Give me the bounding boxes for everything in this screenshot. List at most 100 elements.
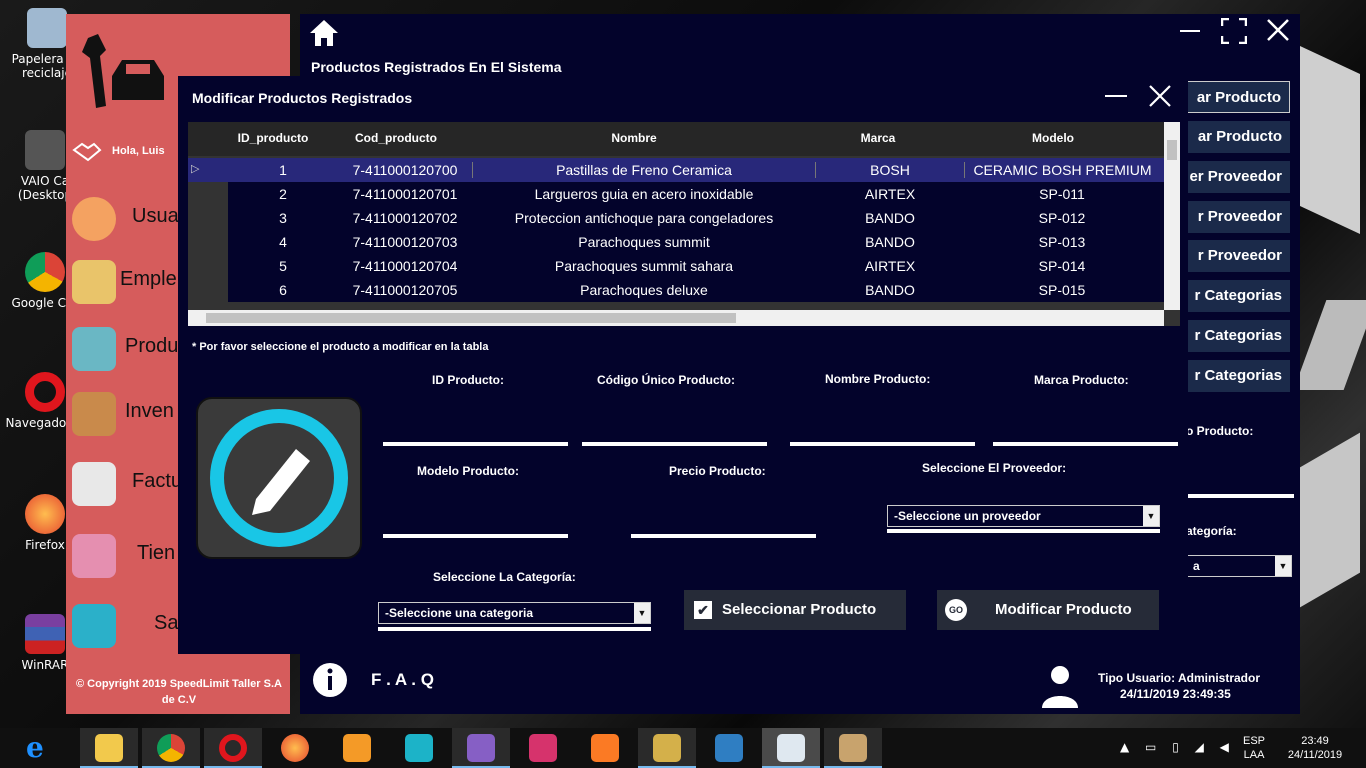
taskbar-virtualbox[interactable] <box>700 728 758 768</box>
proveedor-select[interactable]: -Seleccione un proveedor ▼ <box>887 505 1160 527</box>
table-row[interactable]: 3 7-411000120702 Proteccion antichoque par… <box>228 206 1164 230</box>
taskbar-firefox[interactable] <box>266 728 324 768</box>
nombre-field[interactable] <box>790 442 975 446</box>
table-row[interactable]: 4 7-411000120703 Parachoques summit BANDO SP… <box>228 230 1164 254</box>
datetime: 24/11/2019 23:49:35 <box>1120 687 1231 701</box>
products-table[interactable]: ID_producto Cod_producto Nombre Marca Mo… <box>188 122 1180 326</box>
handshake-icon <box>72 142 102 162</box>
tray-icons[interactable]: ▲ ▭ ▯ ◢ ◀ <box>1120 740 1235 754</box>
virtualbox-icon <box>715 734 743 762</box>
table-row[interactable]: 5 7-411000120704 Parachoques summit sahara… <box>228 254 1164 278</box>
vertical-scrollbar[interactable] <box>1164 122 1180 310</box>
chevron-down-icon: ▼ <box>1143 506 1159 526</box>
taskbar-visual-studio[interactable] <box>452 728 510 768</box>
right-menu-button-2[interactable]: ar Producto <box>1186 121 1290 153</box>
id-field[interactable] <box>383 442 568 446</box>
taskbar-speedlimit-app[interactable] <box>762 728 820 768</box>
firefox-icon <box>281 734 309 762</box>
label-precio: Precio Producto: <box>669 464 766 478</box>
label-id: ID Producto: <box>432 373 504 387</box>
table-row[interactable]: ▷ 1 7-411000120700 Pastillas de Freno Ce… <box>188 158 1164 182</box>
taskbar-terminal[interactable] <box>390 728 448 768</box>
faq-link[interactable]: F . A . Q <box>371 670 434 690</box>
copyright: © Copyright 2019 SpeedLimit Taller S.A d… <box>76 678 282 706</box>
partial-category-select[interactable]: a ▼ <box>1186 555 1292 577</box>
right-menu-button-3[interactable]: er Proveedor <box>1186 161 1290 193</box>
info-icon[interactable] <box>312 662 348 698</box>
taskbar-app-db[interactable] <box>514 728 572 768</box>
label-proveedor: Seleccione El Proveedor: <box>922 461 1067 475</box>
xampp-icon <box>591 734 619 762</box>
terminal-icon <box>405 734 433 762</box>
home-icon[interactable] <box>308 18 340 48</box>
select-product-button[interactable]: ✔ Seleccionar Producto <box>684 590 906 630</box>
taskbar-sublime[interactable] <box>328 728 386 768</box>
taskbar-chrome[interactable] <box>142 728 200 768</box>
column-header[interactable]: Marca <box>828 131 928 145</box>
taskbar-xampp[interactable] <box>576 728 634 768</box>
dialog-minimize-icon[interactable] <box>1105 95 1127 97</box>
categoria-select[interactable]: -Seleccione una categoria ▼ <box>378 602 651 624</box>
taskbar-opera[interactable] <box>204 728 262 768</box>
ie-icon[interactable]: e <box>26 734 60 762</box>
basket-icon <box>72 327 116 371</box>
sublime-icon <box>343 734 371 762</box>
clock[interactable]: 23:49 24/11/2019 <box>1278 734 1352 762</box>
partial-label-category: ategoría: <box>1186 524 1237 538</box>
chrome-icon <box>157 734 185 762</box>
cash-register-icon <box>72 462 116 506</box>
language-indicator[interactable]: ESP LAA <box>1243 734 1265 762</box>
modify-product-button[interactable]: GO Modificar Producto <box>937 590 1159 630</box>
chevron-down-icon: ▼ <box>634 603 650 623</box>
edit-product-image <box>196 397 362 559</box>
exit-icon <box>72 604 116 648</box>
column-header[interactable]: Cod_producto <box>338 131 454 145</box>
partial-label-product: o Producto: <box>1186 424 1254 438</box>
right-menu-button-5[interactable]: r Proveedor <box>1186 240 1290 272</box>
tools-icon <box>653 734 681 762</box>
modelo-field[interactable] <box>383 534 568 538</box>
go-icon: GO <box>945 599 967 621</box>
dialog-close-icon[interactable] <box>1148 84 1172 108</box>
right-menu-button-1[interactable]: ar Producto <box>1186 81 1290 113</box>
horizontal-scrollbar[interactable] <box>188 310 1164 326</box>
field-underline <box>1186 494 1294 498</box>
column-header[interactable]: Modelo <box>978 131 1128 145</box>
modify-products-dialog: Modificar Productos Registrados ID_produ… <box>178 76 1188 654</box>
chevron-down-icon: ▼ <box>1275 556 1291 576</box>
codigo-field[interactable] <box>582 442 767 446</box>
right-menu-button-6[interactable]: r Categorias <box>1186 280 1290 312</box>
right-menu-button-4[interactable]: r Proveedor <box>1186 201 1290 233</box>
taskbar-explorer[interactable] <box>80 728 138 768</box>
dialog-title: Modificar Productos Registrados <box>192 90 413 106</box>
table-row[interactable]: 2 7-411000120701 Largueros guia en acero i… <box>228 182 1164 206</box>
page-title: Productos Registrados En El Sistema <box>311 59 562 75</box>
right-menu-button-7[interactable]: r Categorias <box>1186 320 1290 352</box>
label-categoria: Seleccione La Categoría: <box>433 570 576 584</box>
opera-icon <box>219 734 247 762</box>
column-header[interactable]: ID_producto <box>228 131 318 145</box>
maximize-icon[interactable] <box>1221 18 1247 44</box>
recycle-bin-icon <box>27 8 67 48</box>
visual-studio-icon <box>467 734 495 762</box>
box-icon <box>72 392 116 436</box>
right-menu-button-8[interactable]: r Categorias <box>1186 360 1290 392</box>
opera-icon <box>25 372 65 412</box>
marca-field[interactable] <box>993 442 1178 446</box>
taskbar-paint[interactable] <box>824 728 882 768</box>
taskbar-tools[interactable] <box>638 728 696 768</box>
store-icon <box>72 534 116 578</box>
column-header[interactable]: Nombre <box>484 131 784 145</box>
table-hint: * Por favor seleccione el producto a mod… <box>192 341 489 353</box>
close-icon[interactable] <box>1266 18 1290 42</box>
logo-wrench-car-icon <box>82 34 164 108</box>
minimize-icon[interactable] <box>1180 30 1200 32</box>
precio-field[interactable] <box>631 534 816 538</box>
employee-badge-icon <box>72 260 116 304</box>
firefox-icon <box>25 494 65 534</box>
database-icon <box>529 734 557 762</box>
user-type: Tipo Usuario: Administrador <box>1098 671 1261 685</box>
greeting: Hola, Luis <box>112 145 165 157</box>
table-row[interactable]: 6 7-411000120705 Parachoques deluxe BANDO SP… <box>228 278 1164 302</box>
folder-icon <box>95 734 123 762</box>
